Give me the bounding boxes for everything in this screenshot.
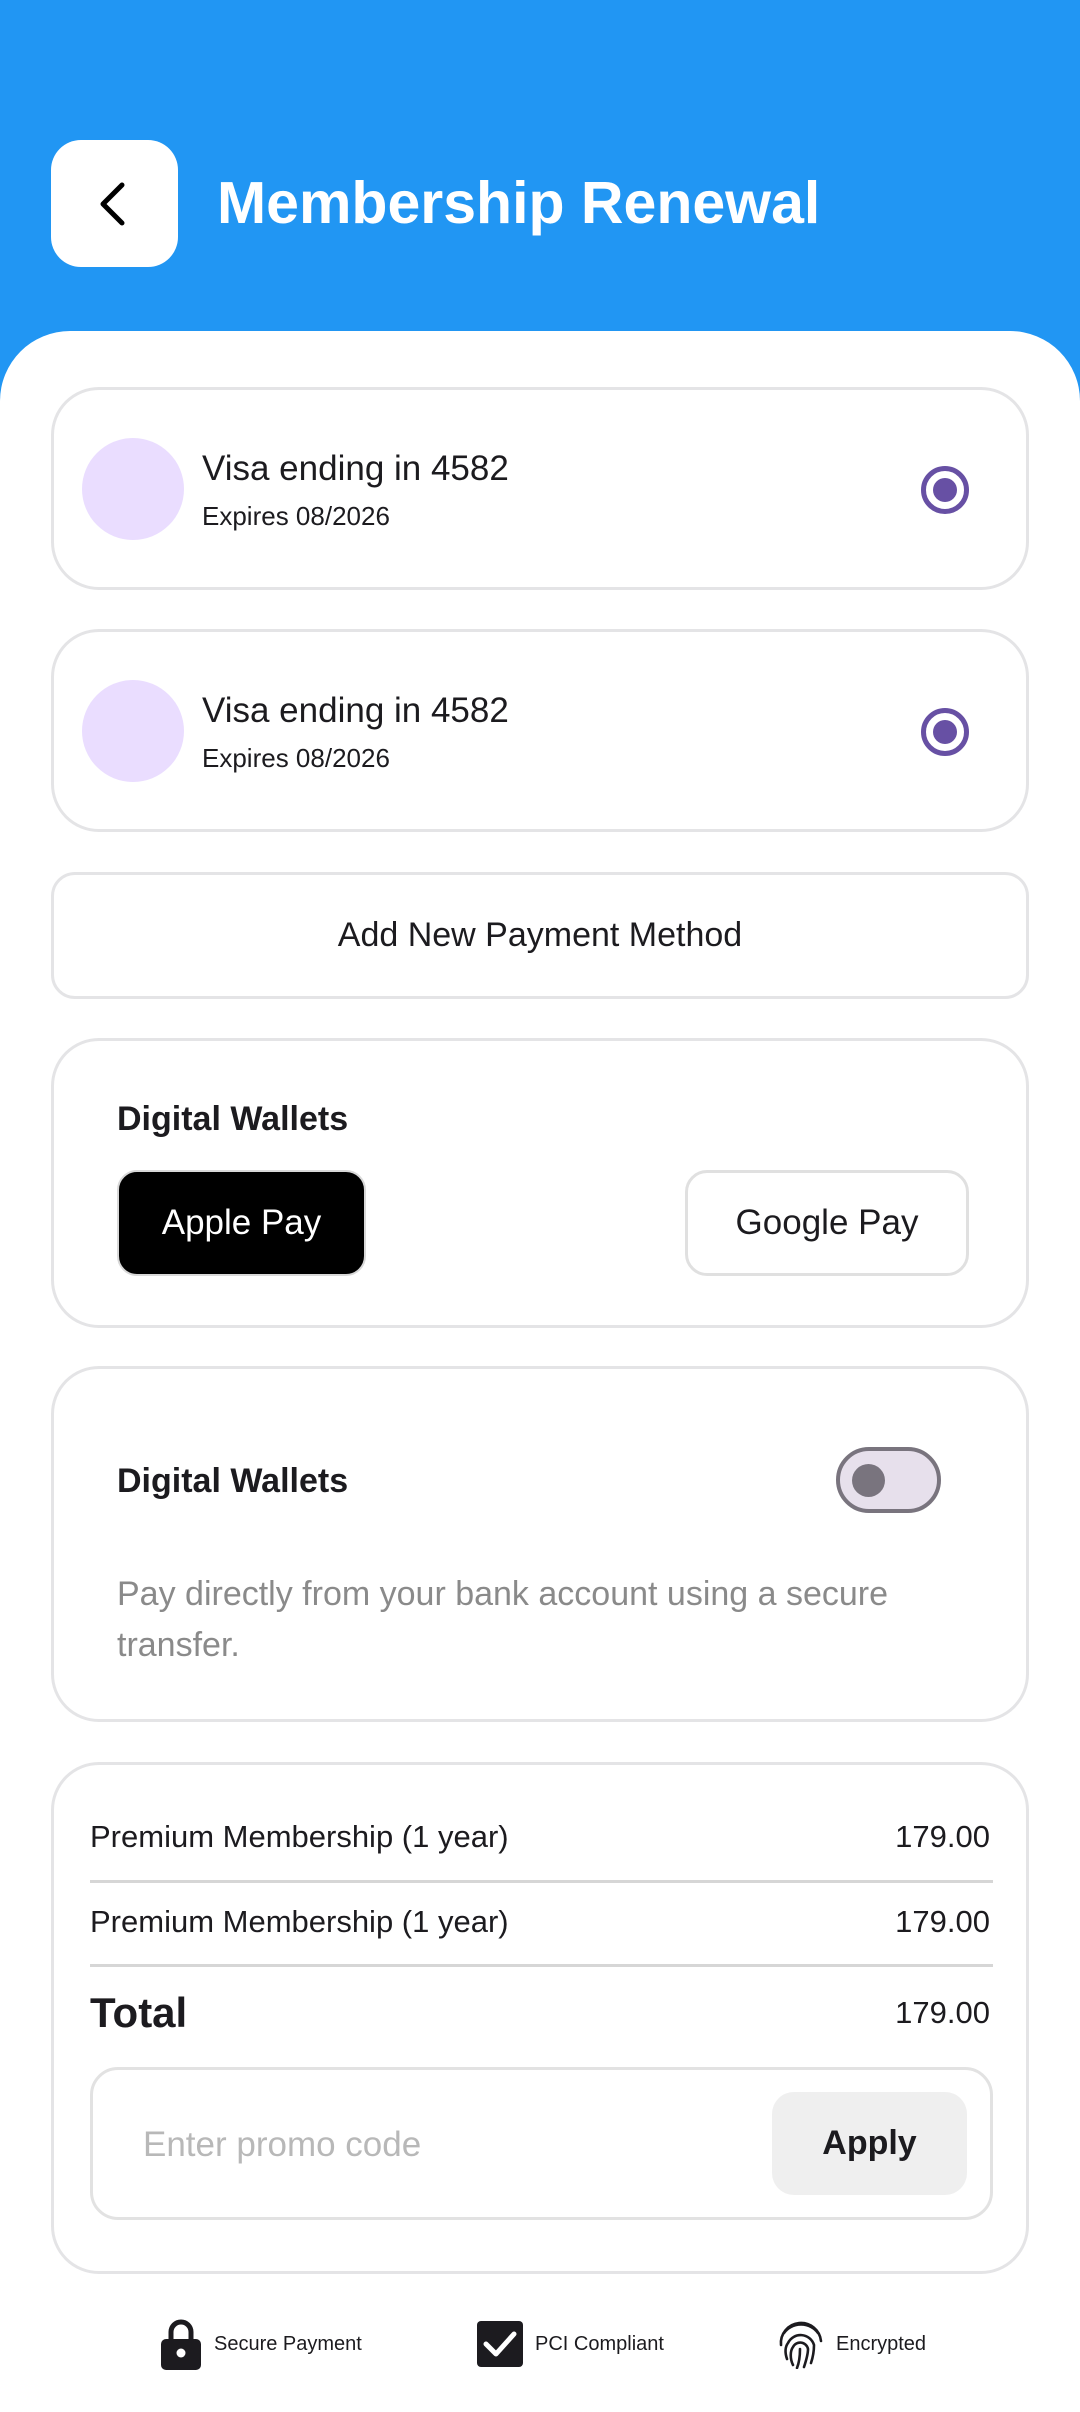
card-avatar — [82, 438, 184, 540]
bank-transfer-card: Digital Wallets Pay directly from your b… — [51, 1366, 1029, 1722]
pci-compliant-badge: PCI Compliant — [477, 2318, 664, 2370]
total-amount: 179.00 — [895, 1995, 990, 2030]
checkbox-icon — [477, 2321, 523, 2367]
radio-dot — [933, 478, 957, 502]
promo-code-input[interactable] — [143, 2110, 703, 2180]
google-pay-button[interactable]: Google Pay — [685, 1170, 969, 1276]
back-button[interactable] — [51, 140, 178, 267]
app-header: Membership Renewal — [0, 0, 1080, 340]
summary-item-label: Premium Membership (1 year) — [90, 1904, 509, 1939]
badge-label: Encrypted — [836, 2332, 927, 2355]
payment-method-card[interactable]: Visa ending in 4582 Expires 08/2026 — [51, 387, 1029, 590]
summary-divider — [90, 1880, 993, 1883]
card-title: Visa ending in 4582 — [202, 449, 509, 488]
summary-item-label: Premium Membership (1 year) — [90, 1819, 509, 1854]
page-title: Membership Renewal — [217, 170, 821, 236]
payment-radio[interactable] — [921, 708, 969, 756]
chevron-left-icon — [100, 182, 124, 225]
summary-item-amount: 179.00 — [895, 1904, 990, 1939]
summary-divider — [90, 1964, 993, 1967]
bank-transfer-toggle[interactable] — [836, 1447, 941, 1513]
payment-method-card[interactable]: Visa ending in 4582 Expires 08/2026 — [51, 629, 1029, 832]
toggle-knob — [852, 1464, 885, 1497]
secure-payment-badge: Secure Payment — [160, 2318, 362, 2370]
total-label: Total — [90, 1989, 188, 2036]
bank-transfer-title: Digital Wallets — [117, 1462, 349, 1500]
summary-item-amount: 179.00 — [895, 1819, 990, 1854]
apply-promo-button[interactable]: Apply — [772, 2092, 967, 2195]
encrypted-badge: Encrypted — [778, 2318, 926, 2370]
apple-pay-button[interactable]: Apple Pay — [117, 1170, 366, 1276]
order-summary-card: Premium Membership (1 year) 179.00 Premi… — [51, 1762, 1029, 2274]
payment-radio[interactable] — [921, 466, 969, 514]
wallets-title: Digital Wallets — [117, 1100, 349, 1138]
card-expiry: Expires 08/2026 — [202, 743, 390, 773]
radio-dot — [933, 720, 957, 744]
lock-icon — [161, 2319, 201, 2370]
card-title: Visa ending in 4582 — [202, 691, 509, 730]
digital-wallets-card: Digital Wallets Apple Pay Google Pay — [51, 1038, 1029, 1328]
card-avatar — [82, 680, 184, 782]
bank-transfer-description: Pay directly from your bank account usin… — [117, 1575, 889, 1664]
promo-code-field: Apply — [90, 2067, 993, 2220]
add-payment-method-button[interactable]: Add New Payment Method — [51, 872, 1029, 999]
badge-label: Secure Payment — [214, 2332, 362, 2355]
badge-label: PCI Compliant — [535, 2332, 664, 2355]
card-expiry: Expires 08/2026 — [202, 501, 390, 531]
fingerprint-icon — [779, 2321, 823, 2369]
